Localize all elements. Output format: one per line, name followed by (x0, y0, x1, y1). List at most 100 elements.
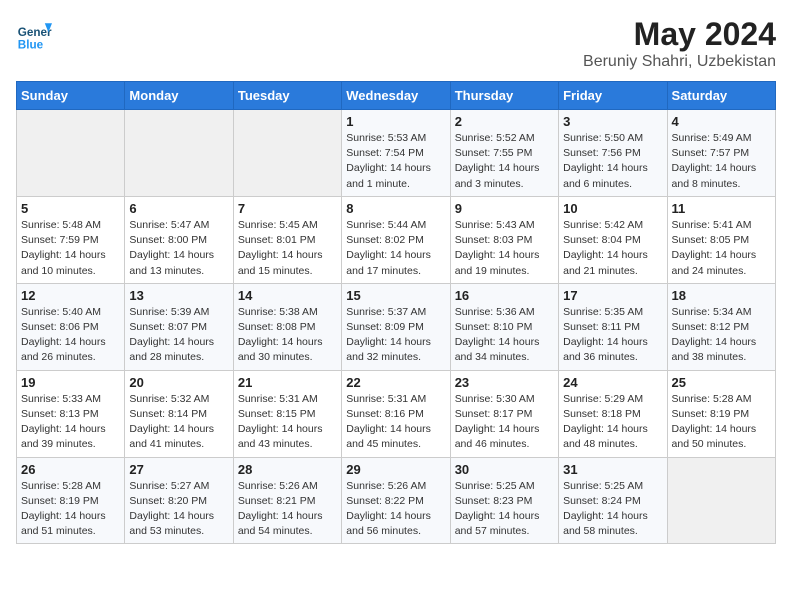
calendar-cell: 7Sunrise: 5:45 AM Sunset: 8:01 PM Daylig… (233, 196, 341, 283)
calendar-cell: 30Sunrise: 5:25 AM Sunset: 8:23 PM Dayli… (450, 457, 558, 544)
day-info: Sunrise: 5:28 AM Sunset: 8:19 PM Dayligh… (672, 392, 771, 453)
day-info: Sunrise: 5:47 AM Sunset: 8:00 PM Dayligh… (129, 218, 228, 279)
day-info: Sunrise: 5:40 AM Sunset: 8:06 PM Dayligh… (21, 305, 120, 366)
calendar-cell: 15Sunrise: 5:37 AM Sunset: 8:09 PM Dayli… (342, 283, 450, 370)
calendar-cell: 11Sunrise: 5:41 AM Sunset: 8:05 PM Dayli… (667, 196, 775, 283)
calendar-cell: 23 Sunrise: 5:30 AM Sunset: 8:17 PM Dayli… (450, 370, 558, 457)
day-number: 22 (346, 375, 445, 390)
day-number: 30 (455, 462, 554, 477)
title-block: May 2024 Beruniy Shahri, Uzbekistan (583, 16, 776, 71)
day-info: Sunrise: 5:35 AM Sunset: 8:11 PM Dayligh… (563, 305, 662, 366)
header-cell-saturday: Saturday (667, 82, 775, 110)
day-number: 24 (563, 375, 662, 390)
day-number: 23 (455, 375, 554, 390)
calendar-cell: 21 Sunrise: 5:31 AM Sunset: 8:15 PM Dayli… (233, 370, 341, 457)
calendar-cell: 6 Sunrise: 5:47 AM Sunset: 8:00 PM Daylig… (125, 196, 233, 283)
week-row-4: 19Sunrise: 5:33 AM Sunset: 8:13 PM Dayli… (17, 370, 776, 457)
calendar-cell: 9 Sunrise: 5:43 AM Sunset: 8:03 PM Daylig… (450, 196, 558, 283)
calendar-cell: 10Sunrise: 5:42 AM Sunset: 8:04 PM Dayli… (559, 196, 667, 283)
day-number: 31 (563, 462, 662, 477)
calendar-cell: 19Sunrise: 5:33 AM Sunset: 8:13 PM Dayli… (17, 370, 125, 457)
day-info: Sunrise: 5:36 AM Sunset: 8:10 PM Dayligh… (455, 305, 554, 366)
calendar-cell: 17 Sunrise: 5:35 AM Sunset: 8:11 PM Dayli… (559, 283, 667, 370)
day-info: Sunrise: 5:52 AM Sunset: 7:55 PM Dayligh… (455, 131, 554, 192)
calendar-table: SundayMondayTuesdayWednesdayThursdayFrid… (16, 81, 776, 544)
calendar-cell: 31 Sunrise: 5:25 AM Sunset: 8:24 PM Dayli… (559, 457, 667, 544)
calendar-cell (125, 110, 233, 197)
day-info: Sunrise: 5:32 AM Sunset: 8:14 PM Dayligh… (129, 392, 228, 453)
calendar-cell: 4 Sunrise: 5:49 AM Sunset: 7:57 PM Daylig… (667, 110, 775, 197)
day-info: Sunrise: 5:39 AM Sunset: 8:07 PM Dayligh… (129, 305, 228, 366)
day-number: 21 (238, 375, 337, 390)
day-number: 20 (129, 375, 228, 390)
day-info: Sunrise: 5:30 AM Sunset: 8:17 PM Dayligh… (455, 392, 554, 453)
calendar-cell: 26 Sunrise: 5:28 AM Sunset: 8:19 PM Dayli… (17, 457, 125, 544)
day-number: 6 (129, 201, 228, 216)
day-number: 29 (346, 462, 445, 477)
day-info: Sunrise: 5:53 AM Sunset: 7:54 PM Dayligh… (346, 131, 445, 192)
day-number: 28 (238, 462, 337, 477)
calendar-cell: 5Sunrise: 5:48 AM Sunset: 7:59 PM Daylig… (17, 196, 125, 283)
calendar-cell (17, 110, 125, 197)
calendar-cell (667, 457, 775, 544)
page: General Blue May 2024 Beruniy Shahri, Uz… (0, 0, 792, 560)
day-info: Sunrise: 5:42 AM Sunset: 8:04 PM Dayligh… (563, 218, 662, 279)
day-info: Sunrise: 5:25 AM Sunset: 8:24 PM Dayligh… (563, 479, 662, 540)
day-info: Sunrise: 5:26 AM Sunset: 8:22 PM Dayligh… (346, 479, 445, 540)
calendar-cell: 25 Sunrise: 5:28 AM Sunset: 8:19 PM Dayli… (667, 370, 775, 457)
calendar-cell: 22 Sunrise: 5:31 AM Sunset: 8:16 PM Dayli… (342, 370, 450, 457)
svg-text:Blue: Blue (18, 38, 44, 51)
calendar-cell: 1 Sunrise: 5:53 AM Sunset: 7:54 PM Daylig… (342, 110, 450, 197)
calendar-cell: 14Sunrise: 5:38 AM Sunset: 8:08 PM Dayli… (233, 283, 341, 370)
day-info: Sunrise: 5:27 AM Sunset: 8:20 PM Dayligh… (129, 479, 228, 540)
day-info: Sunrise: 5:28 AM Sunset: 8:19 PM Dayligh… (21, 479, 120, 540)
calendar-cell: 3 Sunrise: 5:50 AM Sunset: 7:56 PM Daylig… (559, 110, 667, 197)
day-number: 27 (129, 462, 228, 477)
day-number: 15 (346, 288, 445, 303)
day-info: Sunrise: 5:43 AM Sunset: 8:03 PM Dayligh… (455, 218, 554, 279)
header-cell-wednesday: Wednesday (342, 82, 450, 110)
day-info: Sunrise: 5:44 AM Sunset: 8:02 PM Dayligh… (346, 218, 445, 279)
day-number: 9 (455, 201, 554, 216)
logo-icon: General Blue (16, 16, 52, 52)
day-info: Sunrise: 5:41 AM Sunset: 8:05 PM Dayligh… (672, 218, 771, 279)
day-number: 3 (563, 114, 662, 129)
day-number: 26 (21, 462, 120, 477)
day-info: Sunrise: 5:49 AM Sunset: 7:57 PM Dayligh… (672, 131, 771, 192)
day-number: 16 (455, 288, 554, 303)
calendar-cell: 20 Sunrise: 5:32 AM Sunset: 8:14 PM Dayli… (125, 370, 233, 457)
calendar-cell: 18 Sunrise: 5:34 AM Sunset: 8:12 PM Dayli… (667, 283, 775, 370)
day-number: 19 (21, 375, 120, 390)
day-number: 4 (672, 114, 771, 129)
day-info: Sunrise: 5:34 AM Sunset: 8:12 PM Dayligh… (672, 305, 771, 366)
header-cell-tuesday: Tuesday (233, 82, 341, 110)
day-number: 1 (346, 114, 445, 129)
header-cell-thursday: Thursday (450, 82, 558, 110)
header: General Blue May 2024 Beruniy Shahri, Uz… (16, 16, 776, 71)
day-info: Sunrise: 5:50 AM Sunset: 7:56 PM Dayligh… (563, 131, 662, 192)
logo: General Blue (16, 16, 54, 52)
day-number: 7 (238, 201, 337, 216)
calendar-cell: 29 Sunrise: 5:26 AM Sunset: 8:22 PM Dayli… (342, 457, 450, 544)
calendar-cell: 13 Sunrise: 5:39 AM Sunset: 8:07 PM Dayli… (125, 283, 233, 370)
calendar-cell: 12Sunrise: 5:40 AM Sunset: 8:06 PM Dayli… (17, 283, 125, 370)
calendar-cell: 2 Sunrise: 5:52 AM Sunset: 7:55 PM Daylig… (450, 110, 558, 197)
day-number: 2 (455, 114, 554, 129)
calendar-cell (233, 110, 341, 197)
week-row-3: 12Sunrise: 5:40 AM Sunset: 8:06 PM Dayli… (17, 283, 776, 370)
day-number: 18 (672, 288, 771, 303)
calendar-cell: 28 Sunrise: 5:26 AM Sunset: 8:21 PM Dayli… (233, 457, 341, 544)
day-info: Sunrise: 5:26 AM Sunset: 8:21 PM Dayligh… (238, 479, 337, 540)
header-row: SundayMondayTuesdayWednesdayThursdayFrid… (17, 82, 776, 110)
calendar-cell: 24Sunrise: 5:29 AM Sunset: 8:18 PM Dayli… (559, 370, 667, 457)
day-number: 13 (129, 288, 228, 303)
calendar-cell: 8Sunrise: 5:44 AM Sunset: 8:02 PM Daylig… (342, 196, 450, 283)
calendar-header: SundayMondayTuesdayWednesdayThursdayFrid… (17, 82, 776, 110)
day-info: Sunrise: 5:31 AM Sunset: 8:16 PM Dayligh… (346, 392, 445, 453)
day-number: 17 (563, 288, 662, 303)
header-cell-friday: Friday (559, 82, 667, 110)
day-info: Sunrise: 5:31 AM Sunset: 8:15 PM Dayligh… (238, 392, 337, 453)
week-row-5: 26 Sunrise: 5:28 AM Sunset: 8:19 PM Dayli… (17, 457, 776, 544)
day-number: 25 (672, 375, 771, 390)
day-number: 14 (238, 288, 337, 303)
